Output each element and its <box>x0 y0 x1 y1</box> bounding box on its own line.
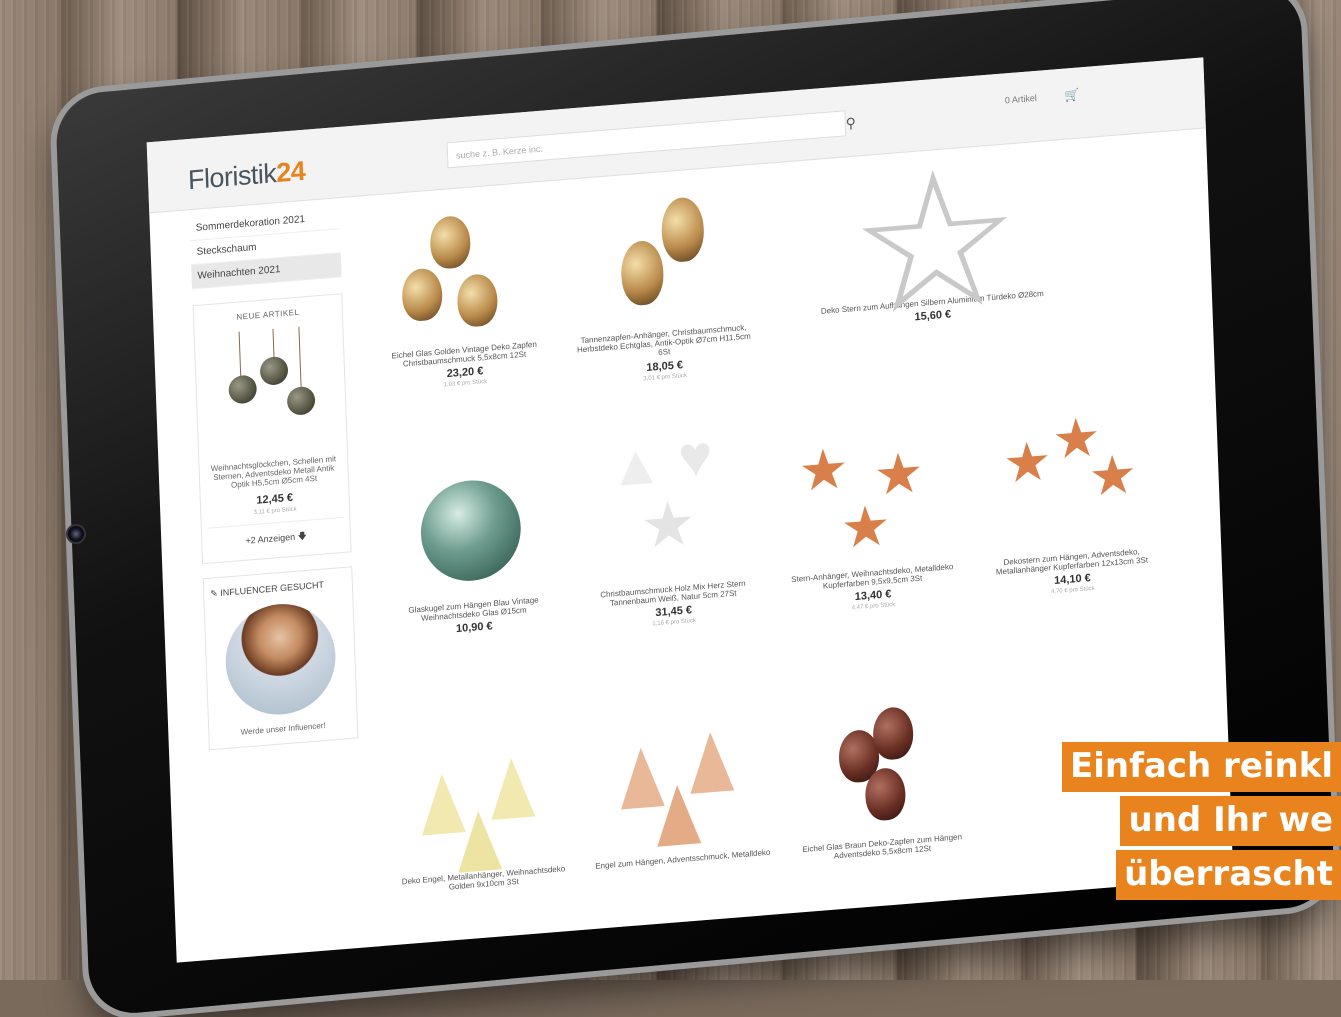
product-image: ▲ ♥ ★ <box>578 423 763 591</box>
ornament <box>401 267 444 323</box>
product-card[interactable]: ▲ ♥ ★ Christbaumschmuck Holz Mix Herz St… <box>568 423 774 634</box>
search-input[interactable]: suche z. B. Kerze inc. <box>446 110 847 169</box>
ornament <box>456 272 499 328</box>
product-image: ★ ★ ★ <box>777 411 962 575</box>
star-image: ★ <box>1087 444 1139 508</box>
promo-banner: Einfach reinkl und Ihr we überrascht <box>1062 742 1341 904</box>
cart-icon[interactable]: 🛒 <box>1064 87 1079 102</box>
string <box>298 326 302 387</box>
product-card[interactable]: ★ ★ ★ Dekostern zum Hängen, Adventsdeko,… <box>966 394 1172 601</box>
product-card[interactable]: Deko Engel, Metallanhänger, Weihnachtsde… <box>378 713 584 897</box>
promo-line-2: und Ihr we <box>1120 795 1341 846</box>
pencil-icon: ✎ <box>210 587 218 599</box>
search-icon[interactable]: ⚲ <box>837 109 864 137</box>
ornament <box>864 766 907 822</box>
angel-image <box>655 783 702 847</box>
product-image: ★ ★ ★ <box>976 395 1161 559</box>
influencer-avatar <box>223 599 338 719</box>
ornament <box>660 195 705 264</box>
product-card[interactable]: ☆ Deko Stern zum Aufhängen Silbern Alumi… <box>778 130 1083 356</box>
ornament <box>419 476 523 585</box>
influencer-title: ✎ INFLUENCER GESUCHT <box>210 577 346 599</box>
sidebar: Sommerdekoration 2021 Steckschaum Weihna… <box>189 205 359 750</box>
product-image: ☆ <box>797 130 1061 356</box>
ornament <box>872 705 915 762</box>
promo-line-1: Einfach reinkl <box>1062 742 1341 792</box>
product-image <box>369 188 554 352</box>
influencer-box[interactable]: ✎ INFLUENCER GESUCHT Werde unser Influen… <box>202 565 359 750</box>
product-image <box>787 681 972 845</box>
logo[interactable]: Floristik24 <box>187 156 305 196</box>
arrow-down-icon: 🡇 <box>297 530 308 542</box>
product-card[interactable]: Glaskugel zum Hängen Blau Vintage Weihna… <box>368 443 574 642</box>
product-card[interactable]: Engel zum Hängen, Adventsschmuck, Metall… <box>577 697 782 872</box>
star-image: ★ <box>839 492 892 560</box>
promo-line-3: überrascht <box>1116 849 1341 900</box>
product-card[interactable]: ★ ★ ★ Stern-Anhänger, Weihnachtsdeko, Me… <box>767 411 973 618</box>
product-card[interactable]: Eichel Glas Braun Deko-Zapfen zum Hängen… <box>777 681 983 865</box>
star-image: ★ <box>639 488 698 563</box>
new-items-title: NEUE ARTIKEL <box>236 307 300 322</box>
product-card[interactable]: Eichel Glas Golden Vintage Deko Zapfen C… <box>359 188 565 395</box>
show-more-button[interactable]: +2 Anzeigen 🡇 <box>207 516 345 553</box>
star-image: ★ <box>1002 430 1053 495</box>
star-image: ☆ <box>846 129 1025 356</box>
influencer-title-text: INFLUENCER GESUCHT <box>220 579 325 598</box>
new-items-box: NEUE ARTIKEL Weihnachtsglöckchen, Schell… <box>192 293 352 564</box>
logo-number: 24 <box>275 155 306 189</box>
star-image: ★ <box>797 436 850 504</box>
new-item-name[interactable]: Weihnachtsglöckchen, Schellen mit Sterne… <box>205 454 342 492</box>
product-image <box>378 443 563 607</box>
ornament <box>620 239 665 307</box>
product-image <box>587 697 772 861</box>
product-image <box>568 172 753 336</box>
cart-count[interactable]: 0 Artikel <box>1005 93 1037 106</box>
show-more-label: +2 Anzeigen <box>245 531 296 546</box>
bell-image <box>259 355 289 387</box>
heart-image: ♥ <box>676 423 714 491</box>
product-card[interactable]: Tannenzapfen-Anhänger, Christbaumschmuck… <box>558 171 765 388</box>
string <box>238 331 242 377</box>
influencer-link[interactable]: Werde unser Influencer! <box>215 718 351 738</box>
new-item-image[interactable] <box>209 324 333 454</box>
string <box>272 328 275 359</box>
bell-image <box>228 374 258 405</box>
logo-text: Floristik <box>187 158 277 196</box>
ornament <box>429 214 472 270</box>
bell-image <box>286 385 316 416</box>
product-image <box>388 713 573 877</box>
angel-image <box>456 809 503 873</box>
tree-image: ▲ <box>607 430 665 499</box>
